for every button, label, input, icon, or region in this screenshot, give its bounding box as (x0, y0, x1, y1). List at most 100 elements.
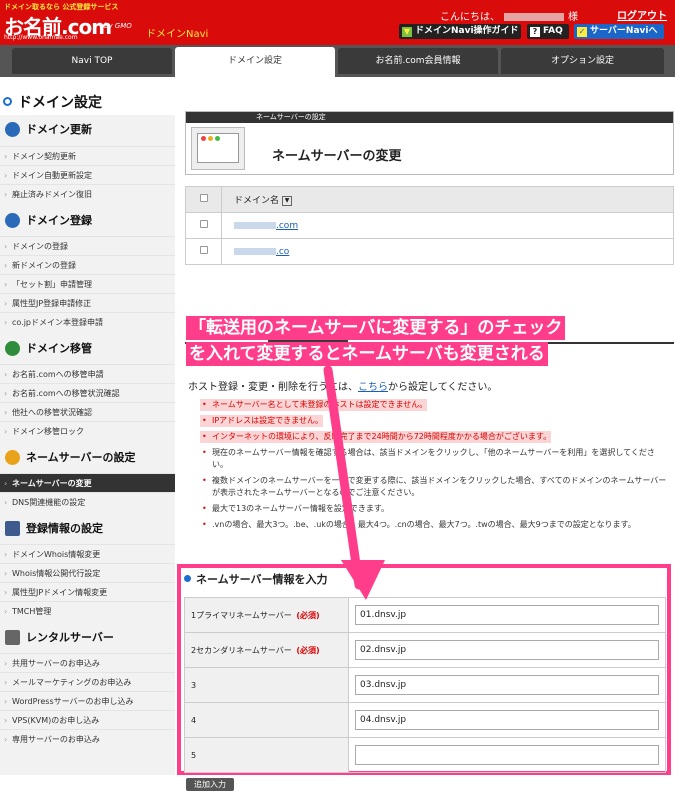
sidebar-item[interactable]: WordPressサーバーのお申し込み (0, 691, 175, 711)
gmo-logo: by GMO (104, 22, 132, 30)
logout-link[interactable]: ログアウト (617, 7, 667, 22)
table-row: .com (185, 212, 674, 239)
domain-link[interactable]: .co (222, 247, 289, 257)
circle-icon (3, 97, 12, 106)
sidebar-item[interactable]: TMCH管理 (0, 601, 175, 621)
form-title: ネームサーバー情報を入力 (184, 571, 328, 587)
sidebar-section-renewal[interactable]: ドメイン更新 (0, 117, 175, 143)
sidebar-item[interactable]: 他社への移管状況確認 (0, 402, 175, 422)
select-all-checkbox[interactable] (199, 194, 208, 202)
sidebar-item[interactable]: ドメイン自動更新設定 (0, 165, 175, 185)
sidebar-item[interactable]: ドメイン契約更新 (0, 146, 175, 166)
required-badge: (必須) (296, 610, 320, 620)
sidebar-item[interactable]: ドメインWhois情報変更 (0, 544, 175, 564)
sidebar-item[interactable]: ドメイン移管ロック (0, 421, 175, 441)
note-item: 現在のネームサーバー情報を確認する場合は、該当ドメインをクリックし、「他のネーム… (200, 447, 670, 471)
sidebar-item[interactable]: 共用サーバーのお申込み (0, 653, 175, 673)
sidebar-item[interactable]: co.jpドメイン本登録申請 (0, 312, 175, 332)
domain-checkbox[interactable] (199, 246, 208, 254)
sidebar-item-nameserver-change[interactable]: ネームサーバーの変更 (0, 473, 175, 493)
domain-table: ドメイン名 ▼ .com .co (185, 186, 674, 265)
sidebar-item[interactable]: 属性型JPドメイン情報変更 (0, 582, 175, 602)
sidebar-item[interactable]: 廃止済みドメイン復旧 (0, 184, 175, 204)
form-row: 4 04.dnsv.jp (184, 702, 666, 738)
form-row: 5 (184, 737, 666, 773)
transfer-icon (5, 341, 20, 356)
nameserver-5-input[interactable] (355, 745, 659, 765)
nameserver-2-input[interactable]: 02.dnsv.jp (355, 640, 659, 660)
sidebar-item[interactable]: お名前.comへの移管申請 (0, 364, 175, 384)
guide-button[interactable]: ▼ ドメインNavi操作ガイド (399, 24, 521, 39)
table-row: .co (185, 238, 674, 265)
nameserver-1-input[interactable]: 01.dnsv.jp (355, 605, 659, 625)
redacted-domain (234, 247, 276, 255)
server-navi-button[interactable]: ✓ サーバーNaviへ (574, 24, 664, 39)
host-settings-link[interactable]: こちら (358, 382, 388, 393)
form-row: 2セカンダリネームサーバー (必須) 02.dnsv.jp (184, 632, 666, 668)
sidebar-item[interactable]: DNS関連機能の設定 (0, 492, 175, 512)
note-item: .vnの場合、最大3つ。.be、.ukの場合、最大4つ。.cnの場合、最大7つ。… (200, 519, 670, 531)
add-input-button[interactable]: 追加入力 (186, 778, 234, 791)
page-title: ドメイン設定 (3, 92, 102, 112)
tab-domain-settings[interactable]: ドメイン設定 (175, 47, 335, 77)
host-settings-text: ホスト登録・変更・削除を行うには、こちらから設定してください。 (188, 382, 498, 393)
section-label: ネームサーバーの設定 (186, 112, 673, 123)
sidebar-section-registration[interactable]: ドメイン登録 (0, 208, 175, 234)
renew-icon (5, 122, 20, 137)
main-title-box: ネームサーバーの設定 ネームサーバーの変更 (185, 111, 674, 175)
server-icon (5, 630, 20, 645)
server-navi-icon: ✓ (577, 27, 587, 37)
annotation-line-2: を入れて変更するとネームサーバも変更される (186, 342, 548, 366)
main-title: ネームサーバーの変更 (272, 149, 402, 164)
table-header-row: ドメイン名 ▼ (185, 186, 674, 213)
note-item: 複数ドメインのネームサーバーを一括で変更する際に、該当ドメインをクリックした場合… (200, 475, 670, 499)
redacted-username (504, 13, 564, 21)
sidebar-item[interactable]: 新ドメインの登録 (0, 255, 175, 275)
field-label: 3 (184, 667, 349, 703)
nameserver-form: 1プライマリネームサーバー (必須) 01.dnsv.jp 2セカンダリネームサ… (184, 597, 666, 773)
annotation-line-1: 「転送用のネームサーバに変更する」のチェック (186, 316, 566, 340)
form-row: 3 03.dnsv.jp (184, 667, 666, 703)
field-label: 4 (184, 702, 349, 738)
domain-link[interactable]: .com (222, 221, 298, 231)
window-icon (191, 127, 245, 170)
nameserver-4-input[interactable]: 04.dnsv.jp (355, 710, 659, 730)
header: ドメイン取るなら 公式登録サービス お名前.com http://www.ona… (0, 0, 675, 45)
nameserver-3-input[interactable]: 03.dnsv.jp (355, 675, 659, 695)
redacted-domain (234, 221, 276, 229)
navi-title: ドメインNavi (146, 29, 209, 40)
note-item: インターネットの環境により、反映完了まで24時間から72時間程度かかる場合がござ… (200, 431, 552, 443)
faq-button[interactable]: ? FAQ (527, 24, 569, 39)
sort-icon[interactable]: ▼ (282, 195, 293, 206)
form-row: 1プライマリネームサーバー (必須) 01.dnsv.jp (184, 597, 666, 633)
sidebar-section-rental-server[interactable]: レンタルサーバー (0, 625, 175, 651)
sidebar-item[interactable]: VPS(KVM)のお申し込み (0, 710, 175, 730)
sidebar-item[interactable]: お名前.comへの移管状況確認 (0, 383, 175, 403)
domain-column-header: ドメイン名 ▼ (221, 186, 674, 213)
notes-list: ネームサーバー名として未登録のホストは設定できません。 IPアドレスは設定できま… (200, 399, 670, 535)
plus-icon (5, 213, 20, 228)
sidebar-item[interactable]: Whois情報公開代行設定 (0, 563, 175, 583)
sidebar-section-transfer[interactable]: ドメイン移管 (0, 336, 175, 362)
sidebar-section-nameserver[interactable]: ネームサーバーの設定 (0, 445, 175, 471)
field-label: 2セカンダリネームサーバー (必須) (184, 632, 349, 668)
sidebar-item[interactable]: ドメインの登録 (0, 236, 175, 256)
sidebar-section-registrant-info[interactable]: 登録情報の設定 (0, 516, 175, 542)
tab-navi-top[interactable]: Navi TOP (12, 48, 172, 74)
sidebar-item[interactable]: 「セット割」申請管理 (0, 274, 175, 294)
tab-member-info[interactable]: お名前.com会員情報 (338, 48, 498, 74)
field-label: 5 (184, 737, 349, 773)
logo-url: http://www.onamae.com (4, 34, 78, 41)
sidebar-item[interactable]: メールマーケティングのお申込み (0, 672, 175, 692)
sidebar-item[interactable]: 専用サーバーのお申込み (0, 729, 175, 749)
nameserver-icon (5, 450, 20, 465)
note-item: ネームサーバー名として未登録のホストは設定できません。 (200, 399, 428, 411)
greeting: こんにちは、様 (440, 12, 578, 23)
domain-checkbox[interactable] (199, 220, 208, 228)
database-icon (5, 521, 20, 536)
sidebar-item[interactable]: 属性型JP登録申請修正 (0, 293, 175, 313)
note-item: 最大で13のネームサーバー情報を設定できます。 (200, 503, 670, 515)
field-label: 1プライマリネームサーバー (必須) (184, 597, 349, 633)
required-badge: (必須) (296, 645, 320, 655)
tab-option-settings[interactable]: オプション設定 (501, 48, 664, 74)
